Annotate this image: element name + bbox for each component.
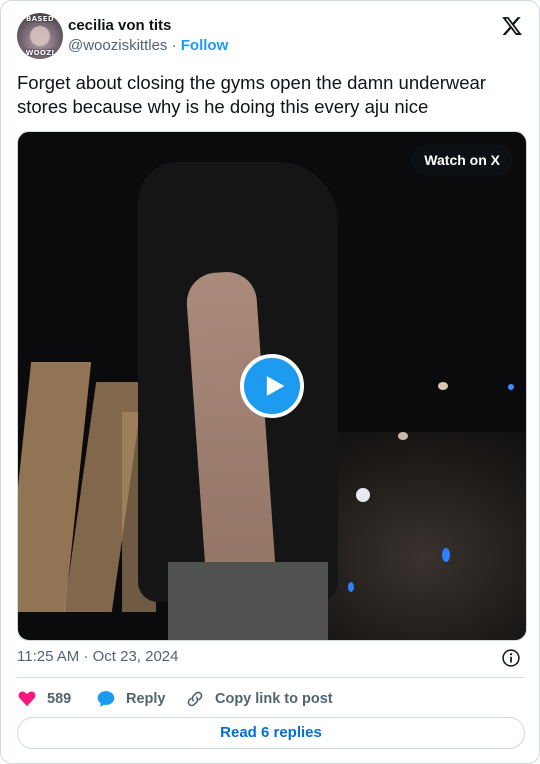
crowd-light [442,548,450,562]
crowd-light [398,432,408,440]
reply-label: Reply [126,691,166,707]
info-icon[interactable] [501,648,521,668]
like-button[interactable]: 589 [17,687,71,711]
play-button[interactable] [240,354,304,418]
copy-link-button[interactable]: Copy link to post [185,687,333,711]
author-display-name[interactable]: cecilia von tits [68,17,171,34]
crowd-light [348,582,354,592]
crowd-light [356,488,370,502]
watch-on-x-button[interactable]: Watch on X [412,144,512,176]
read-replies-button[interactable]: Read 6 replies [17,717,525,749]
post-text: Forget about closing the gyms open the d… [17,72,486,117]
avatar-face [30,26,50,46]
author-handle[interactable]: @wooziskittles [68,37,167,54]
speech-bubble-icon [97,691,115,707]
post-timestamp[interactable]: 11:25 AM · Oct 23, 2024 [17,648,178,665]
heart-icon [18,691,36,707]
x-logo-icon[interactable] [501,15,523,37]
play-icon [266,376,285,396]
reply-button[interactable]: Reply [96,687,166,711]
post-actions: 589 Reply Copy link to post [17,687,525,711]
avatar[interactable]: BASED WOOZI [17,13,63,59]
performer-pants [168,562,328,640]
like-count: 589 [47,691,72,707]
embedded-post-card: BASED WOOZI cecilia von tits @wooziskitt… [0,0,540,764]
post-header: BASED WOOZI cecilia von tits @wooziskitt… [17,13,525,61]
author-handle-line: @wooziskittles · Follow [68,37,228,54]
avatar-text-bottom: WOOZI [25,49,55,57]
follow-button[interactable]: Follow [181,37,229,54]
link-icon [187,691,203,707]
crowd-light [508,384,514,390]
avatar-text-top: BASED [26,15,54,23]
handle-separator: · [171,37,177,54]
crowd-light [438,382,448,390]
divider [17,677,525,678]
copy-link-label: Copy link to post [215,691,333,707]
video-player[interactable]: Watch on X [17,131,527,641]
